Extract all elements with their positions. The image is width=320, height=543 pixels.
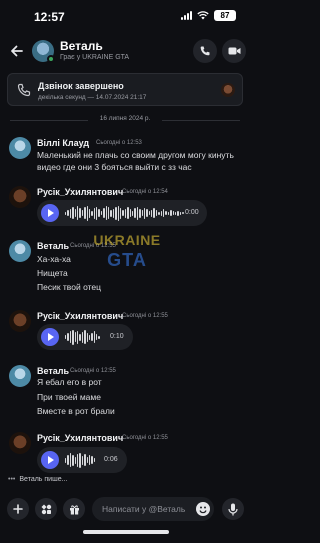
- call-ended-card[interactable]: Дзвінок завершено декілька секунд — 14.0…: [7, 73, 243, 106]
- video-call-button[interactable]: [222, 39, 246, 63]
- voice-duration: 0:00: [185, 209, 199, 216]
- voice-call-button[interactable]: [193, 39, 217, 63]
- message-timestamp: Сьогодні о 12:55: [122, 435, 168, 441]
- chat-activity-status: Грає у UKRAINE GTA: [60, 54, 130, 61]
- message-author[interactable]: Веталь: [37, 366, 69, 376]
- status-indicators: 87: [181, 10, 236, 21]
- message-timestamp: Сьогодні о 12:54: [122, 189, 168, 195]
- message-timestamp: Сьогодні о 12:53: [96, 140, 142, 146]
- apps-icon: [41, 504, 51, 514]
- avatar[interactable]: [9, 186, 31, 208]
- signal-icon: [181, 11, 192, 20]
- home-indicator: [83, 530, 169, 534]
- phone-icon: [200, 46, 210, 56]
- watermark-line1: UKRAINE: [93, 232, 161, 248]
- message-author[interactable]: Русік_Ухилянтович: [37, 433, 123, 443]
- typing-indicator: ••• Веталь пише...: [8, 476, 67, 483]
- chevron-right-icon[interactable]: ›: [96, 39, 99, 50]
- message-text: видео где они 3 бояться выйти с зз час: [37, 162, 192, 172]
- microphone-icon: [228, 503, 238, 515]
- avatar[interactable]: [9, 137, 31, 159]
- message-text: При твоей маме: [37, 392, 101, 402]
- emoji-icon[interactable]: [196, 502, 210, 516]
- message-author[interactable]: Веталь: [37, 241, 69, 251]
- avatar[interactable]: [9, 240, 31, 262]
- emoji-face-icon: [199, 506, 207, 514]
- avatar[interactable]: [9, 365, 31, 387]
- status-time: 12:57: [34, 10, 65, 24]
- plus-icon: [13, 504, 23, 514]
- play-button[interactable]: [41, 328, 59, 346]
- message-author[interactable]: Віллі Клауд: [37, 138, 89, 148]
- apps-button[interactable]: [35, 498, 57, 520]
- waveform: [65, 205, 184, 221]
- play-button[interactable]: [41, 451, 59, 469]
- message-text: Ха-ха-ха: [37, 254, 71, 264]
- online-status-dot: [47, 55, 55, 63]
- message-timestamp: Сьогодні о 12:55: [70, 368, 116, 374]
- voice-record-button[interactable]: [222, 498, 244, 520]
- divider-line: [162, 120, 240, 121]
- avatar[interactable]: [9, 432, 31, 454]
- play-button[interactable]: [41, 204, 59, 222]
- typing-dots: •••: [8, 476, 16, 483]
- typing-text: Веталь пише...: [19, 476, 68, 483]
- video-icon: [228, 47, 240, 55]
- call-ended-title: Дзвінок завершено: [38, 81, 124, 91]
- gift-button[interactable]: [63, 498, 85, 520]
- call-ended-subtitle: декілька секунд — 14.07.2024 21:17: [38, 94, 147, 101]
- gift-icon: [69, 504, 79, 514]
- waveform: [65, 452, 96, 468]
- voice-duration: 0:06: [104, 456, 118, 463]
- chat-header: Веталь › Грає у UKRAINE GTA: [0, 36, 250, 66]
- message-text: Вместе в рот брали: [37, 406, 115, 416]
- message-author[interactable]: Русік_Ухилянтович: [37, 187, 123, 197]
- voice-message: 0:10: [37, 324, 133, 350]
- wifi-icon: [197, 11, 209, 20]
- ukraine-gta-watermark: UKRAINE GTA: [92, 228, 162, 282]
- message-author[interactable]: Русік_Ухилянтович: [37, 311, 123, 321]
- add-attachment-button[interactable]: [7, 498, 29, 520]
- message-text: Маленький не плачь со своим другом могу …: [37, 150, 234, 160]
- status-bar: 12:57 87: [0, 0, 250, 34]
- battery-indicator: 87: [214, 10, 236, 21]
- voice-message: 0:00: [37, 200, 207, 226]
- message-composer: Написати у @Веталь: [0, 490, 250, 543]
- message-timestamp: Сьогодні о 12:55: [122, 313, 168, 319]
- voice-message: 0:06: [37, 447, 127, 473]
- call-ended-icon: [17, 83, 31, 97]
- call-participant-avatar: [221, 83, 235, 97]
- message-text: Нищета: [37, 268, 68, 278]
- message-text: Песик твой отец: [37, 282, 101, 292]
- avatar[interactable]: [9, 310, 31, 332]
- voice-duration: 0:10: [110, 333, 124, 340]
- date-divider: 16 липня 2024 р.: [10, 114, 240, 126]
- watermark-line2: GTA: [107, 250, 147, 270]
- message-text: Я ебал его в рот: [37, 377, 102, 387]
- waveform: [65, 329, 100, 345]
- back-arrow-icon[interactable]: [8, 42, 26, 60]
